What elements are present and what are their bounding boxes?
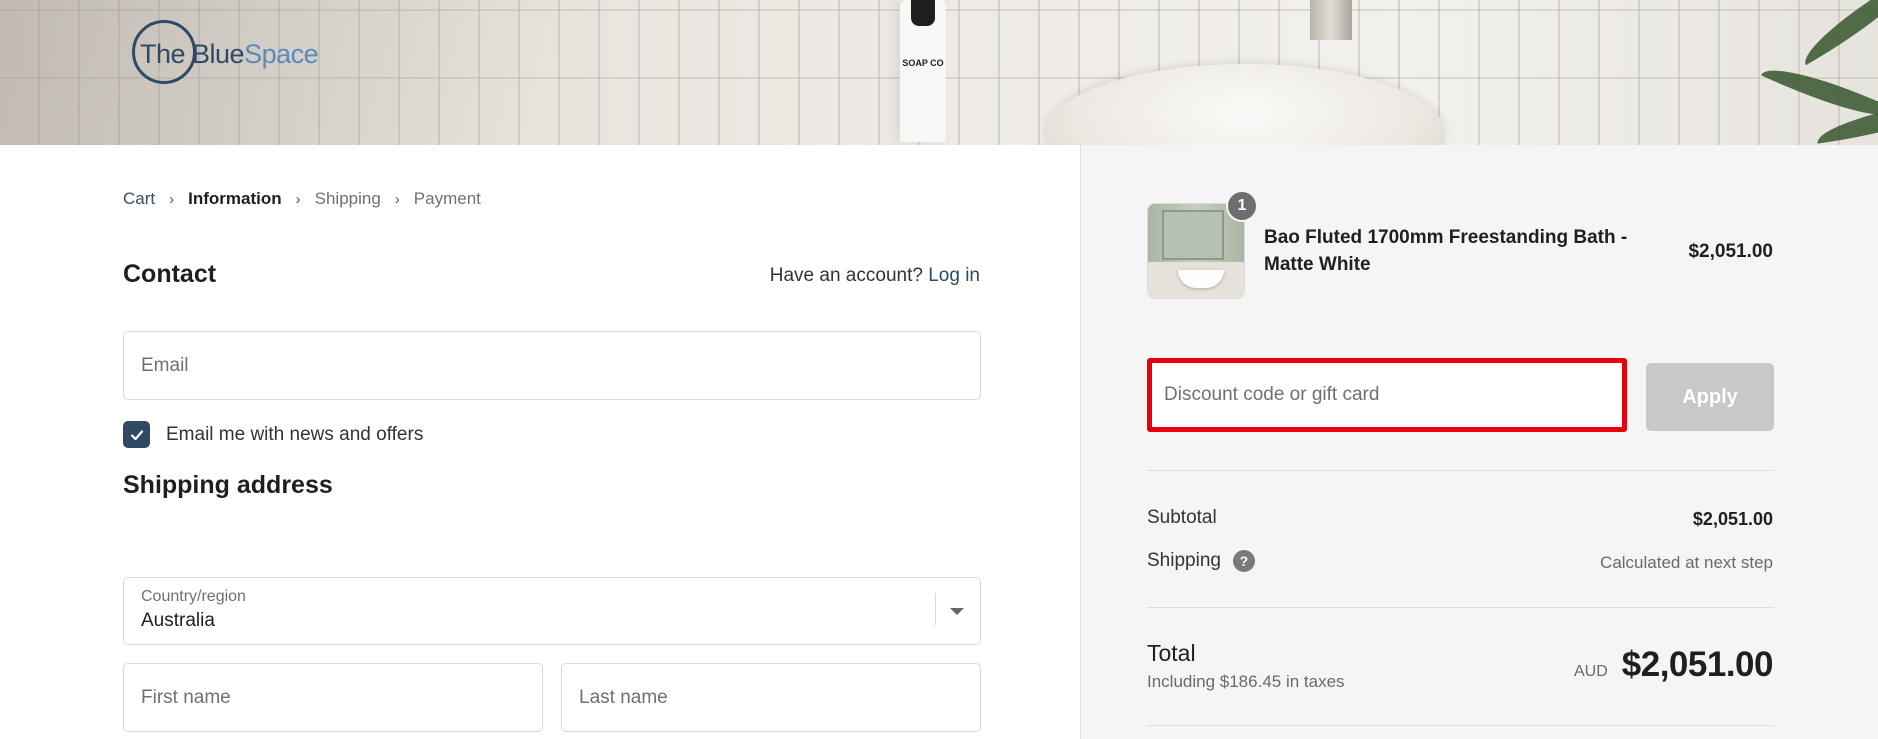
breadcrumb-cart[interactable]: Cart: [123, 189, 155, 209]
discount-input[interactable]: [1152, 363, 1622, 427]
checkmark-icon: [130, 429, 143, 440]
chevron-right-icon: ›: [169, 190, 175, 208]
hero-shadow: [0, 0, 800, 145]
country-value: Australia: [141, 610, 215, 631]
email-field[interactable]: [123, 331, 981, 400]
chevron-right-icon: ›: [295, 190, 301, 208]
product-name: Bao Fluted 1700mm Freestanding Bath - Ma…: [1264, 227, 1628, 275]
logo-text-part2: Space: [244, 38, 319, 69]
last-name-field[interactable]: [561, 663, 981, 732]
shipping-row-label: Shipping?: [1147, 550, 1255, 572]
quantity-badge: 1: [1226, 190, 1258, 222]
summary-divider: [1147, 607, 1774, 608]
soap-bottle-label: SOAP CO: [902, 58, 944, 68]
store-logo[interactable]: The BlueSpace: [132, 20, 319, 88]
shipping-value: Calculated at next step: [1600, 553, 1773, 572]
tax-note: Including $186.45 in taxes: [1147, 672, 1345, 691]
chevron-right-icon: ›: [394, 190, 400, 208]
select-divider: [935, 593, 936, 625]
newsletter-checkbox[interactable]: [123, 421, 150, 448]
breadcrumb-information: Information: [188, 189, 282, 208]
total-label: Total: [1147, 640, 1196, 666]
first-name-input[interactable]: [124, 664, 542, 731]
contact-heading: Contact: [123, 260, 217, 288]
subtotal-label: Subtotal: [1147, 507, 1217, 528]
first-name-field[interactable]: [123, 663, 543, 732]
logo-text: The BlueSpace: [140, 38, 319, 70]
summary-divider: [1147, 470, 1774, 471]
help-icon[interactable]: ?: [1232, 550, 1255, 572]
currency-code: AUD: [1574, 663, 1608, 680]
hero-banner: SOAP CO The BlueSpace: [0, 0, 1878, 145]
order-summary: 1 Bao Fluted 1700mm Freestanding Bath - …: [1080, 145, 1878, 739]
apply-discount-button[interactable]: Apply: [1646, 363, 1774, 431]
logo-text-part1: The Blue: [140, 38, 245, 69]
country-select[interactable]: Country/region Australia: [123, 577, 981, 645]
thumbnail-window: [1162, 210, 1224, 260]
checkout-form: Cart › Information › Shipping › Payment …: [0, 145, 1080, 739]
summary-divider: [1147, 725, 1774, 726]
chevron-down-icon: [950, 608, 964, 615]
subtotal-value: $2,051.00: [1692, 509, 1773, 529]
total-value: $2,051.00: [1621, 645, 1774, 684]
login-link[interactable]: Log in: [928, 265, 980, 286]
soap-bottle-cap: [911, 0, 935, 26]
discount-field[interactable]: [1147, 358, 1627, 432]
email-input[interactable]: [124, 332, 980, 399]
breadcrumb-shipping: Shipping: [314, 189, 381, 208]
newsletter-label: Email me with news and offers: [166, 423, 424, 445]
account-prompt: Have an account? Log in: [770, 265, 980, 287]
newsletter-checkbox-row[interactable]: Email me with news and offers: [123, 421, 423, 448]
breadcrumb-payment: Payment: [413, 189, 481, 208]
total-amount: AUD $2,051.00: [1574, 645, 1774, 685]
shipping-address-heading: Shipping address: [123, 471, 333, 499]
shipping-label: Shipping: [1147, 550, 1221, 572]
faucet: [1310, 0, 1352, 40]
breadcrumb: Cart › Information › Shipping › Payment: [123, 189, 481, 209]
product-price: $2,051.00: [1688, 241, 1773, 262]
last-name-input[interactable]: [562, 664, 980, 731]
country-label: Country/region: [141, 588, 246, 605]
account-prompt-text: Have an account?: [769, 265, 923, 286]
